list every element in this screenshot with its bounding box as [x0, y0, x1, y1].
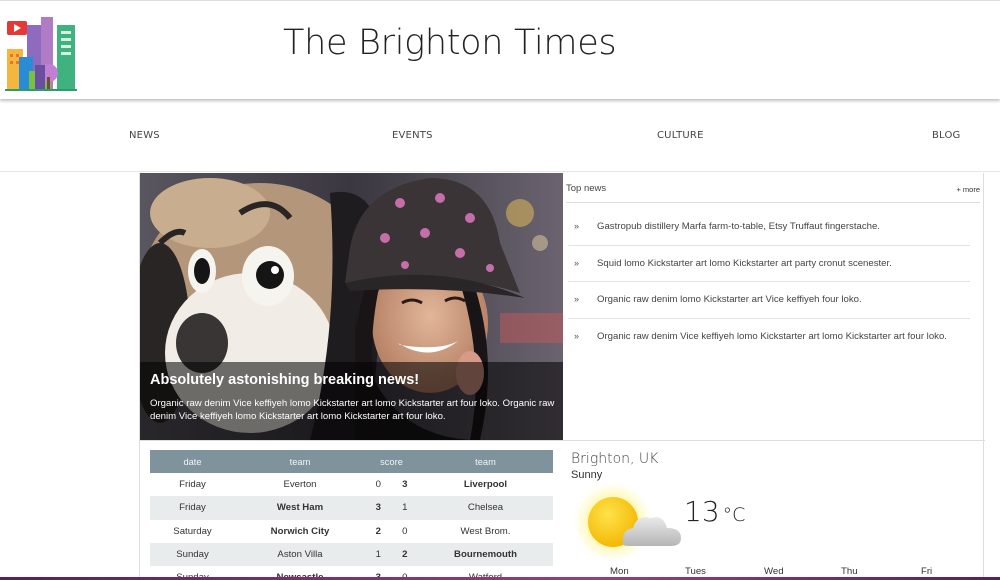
- top-news-title: Top news: [566, 183, 607, 194]
- match-date: Saturday: [173, 525, 212, 537]
- nav-item-culture[interactable]: CULTURE: [657, 130, 704, 141]
- away-team: Liverpool: [463, 479, 508, 491]
- weather-widget: Brighton, UK Sunny 13 °C Mon Tues Wed Th…: [571, 450, 981, 580]
- list-item[interactable]: » Organic raw denim Vice keffiyeh lomo K…: [568, 319, 970, 356]
- sun-cloud-icon: [571, 482, 683, 567]
- home-score: 0: [375, 479, 381, 491]
- home-team: Norwich City: [270, 525, 330, 537]
- list-item[interactable]: » Organic raw denim lomo Kickstarter art…: [568, 282, 970, 319]
- chevron-right-icon: »: [574, 294, 580, 304]
- news-link[interactable]: Organic raw denim lomo Kickstarter art V…: [597, 294, 862, 305]
- away-team: Chelsea: [418, 496, 553, 520]
- hero-text: Organic raw denim Vice keffiyeh lomo Kic…: [150, 398, 555, 422]
- top-news-panel: Top news + more » Gastropub distillery M…: [564, 173, 985, 440]
- table-header-row: date team score team: [150, 450, 553, 473]
- column-header-score: score: [365, 450, 418, 473]
- city-buildings-icon[interactable]: [5, 15, 77, 91]
- hero-caption: Absolutely astonishing breaking news! Or…: [140, 362, 563, 440]
- forecast-day: Wed: [764, 566, 784, 577]
- away-score: 2: [391, 542, 418, 567]
- away-team: West Brom.: [460, 525, 511, 537]
- home-team: West Ham: [235, 496, 365, 520]
- table-row: Friday Everton 0 3 Liverpool: [150, 473, 553, 496]
- more-link[interactable]: + more: [956, 185, 980, 194]
- list-item[interactable]: » Gastropub distillery Marfa farm-to-tab…: [568, 209, 970, 246]
- nav-item-blog[interactable]: BLOG: [932, 130, 961, 141]
- forecast-day: Thu: [841, 566, 858, 577]
- chevron-right-icon: »: [574, 221, 580, 231]
- away-score: 3: [402, 479, 408, 491]
- main-nav: NEWS EVENTS CULTURE BLOG: [0, 100, 1000, 172]
- nav-item-news[interactable]: NEWS: [129, 130, 160, 141]
- away-score: 0: [402, 525, 408, 537]
- table-row: Sunday Aston Villa 1 2 Bournemouth: [150, 542, 553, 567]
- away-team: Bournemouth: [418, 542, 553, 567]
- chevron-right-icon: »: [574, 257, 580, 268]
- home-team: Aston Villa: [235, 542, 365, 567]
- column-header-date: date: [150, 450, 235, 473]
- column-header-team: team: [235, 450, 365, 473]
- temperature-value: 13: [684, 495, 720, 528]
- forecast-day: Tues: [685, 566, 706, 577]
- table-row: Friday West Ham 3 1 Chelsea: [150, 496, 553, 520]
- hero-title[interactable]: Absolutely astonishing breaking news!: [150, 372, 419, 388]
- main-content: Absolutely astonishing breaking news! Or…: [139, 173, 985, 580]
- news-link[interactable]: Squid lomo Kickstarter art lomo Kickstar…: [597, 258, 892, 269]
- hero-feature[interactable]: Absolutely astonishing breaking news! Or…: [140, 173, 563, 440]
- column-header-team: team: [418, 450, 553, 473]
- news-link[interactable]: Gastropub distillery Marfa farm-to-table…: [597, 221, 880, 232]
- top-news-header: Top news + more: [566, 176, 980, 203]
- nav-item-events[interactable]: EVENTS: [392, 130, 433, 141]
- table-row: Saturday Norwich City 2 0 West Brom.: [150, 520, 553, 543]
- away-score: 1: [391, 496, 418, 520]
- temperature-unit: °C: [722, 504, 746, 526]
- home-score: 2: [375, 525, 381, 537]
- forecast-day: Mon: [610, 566, 629, 577]
- scores-table: date team score team Friday Everton 0 3 …: [150, 450, 553, 580]
- news-link[interactable]: Organic raw denim Vice keffiyeh lomo Kic…: [597, 331, 947, 342]
- section-divider: [140, 440, 985, 441]
- site-title[interactable]: The Brighton Times: [283, 23, 617, 63]
- chevron-right-icon: »: [574, 330, 580, 341]
- forecast-day: Fri: [921, 566, 933, 577]
- weather-condition: Sunny: [571, 469, 603, 481]
- weather-city: Brighton, UK: [571, 451, 659, 467]
- home-team: Everton: [283, 479, 317, 491]
- top-news-list: » Gastropub distillery Marfa farm-to-tab…: [568, 209, 970, 355]
- match-date: Friday: [179, 479, 206, 491]
- site-header: The Brighton Times: [0, 0, 1000, 99]
- weather-temperature: 13 °C: [684, 495, 745, 528]
- home-score: 3: [365, 496, 392, 520]
- match-date: Friday: [150, 496, 235, 520]
- list-item[interactable]: » Squid lomo Kickstarter art lomo Kickst…: [568, 246, 970, 282]
- match-date: Sunday: [150, 542, 235, 567]
- home-score: 1: [365, 542, 392, 567]
